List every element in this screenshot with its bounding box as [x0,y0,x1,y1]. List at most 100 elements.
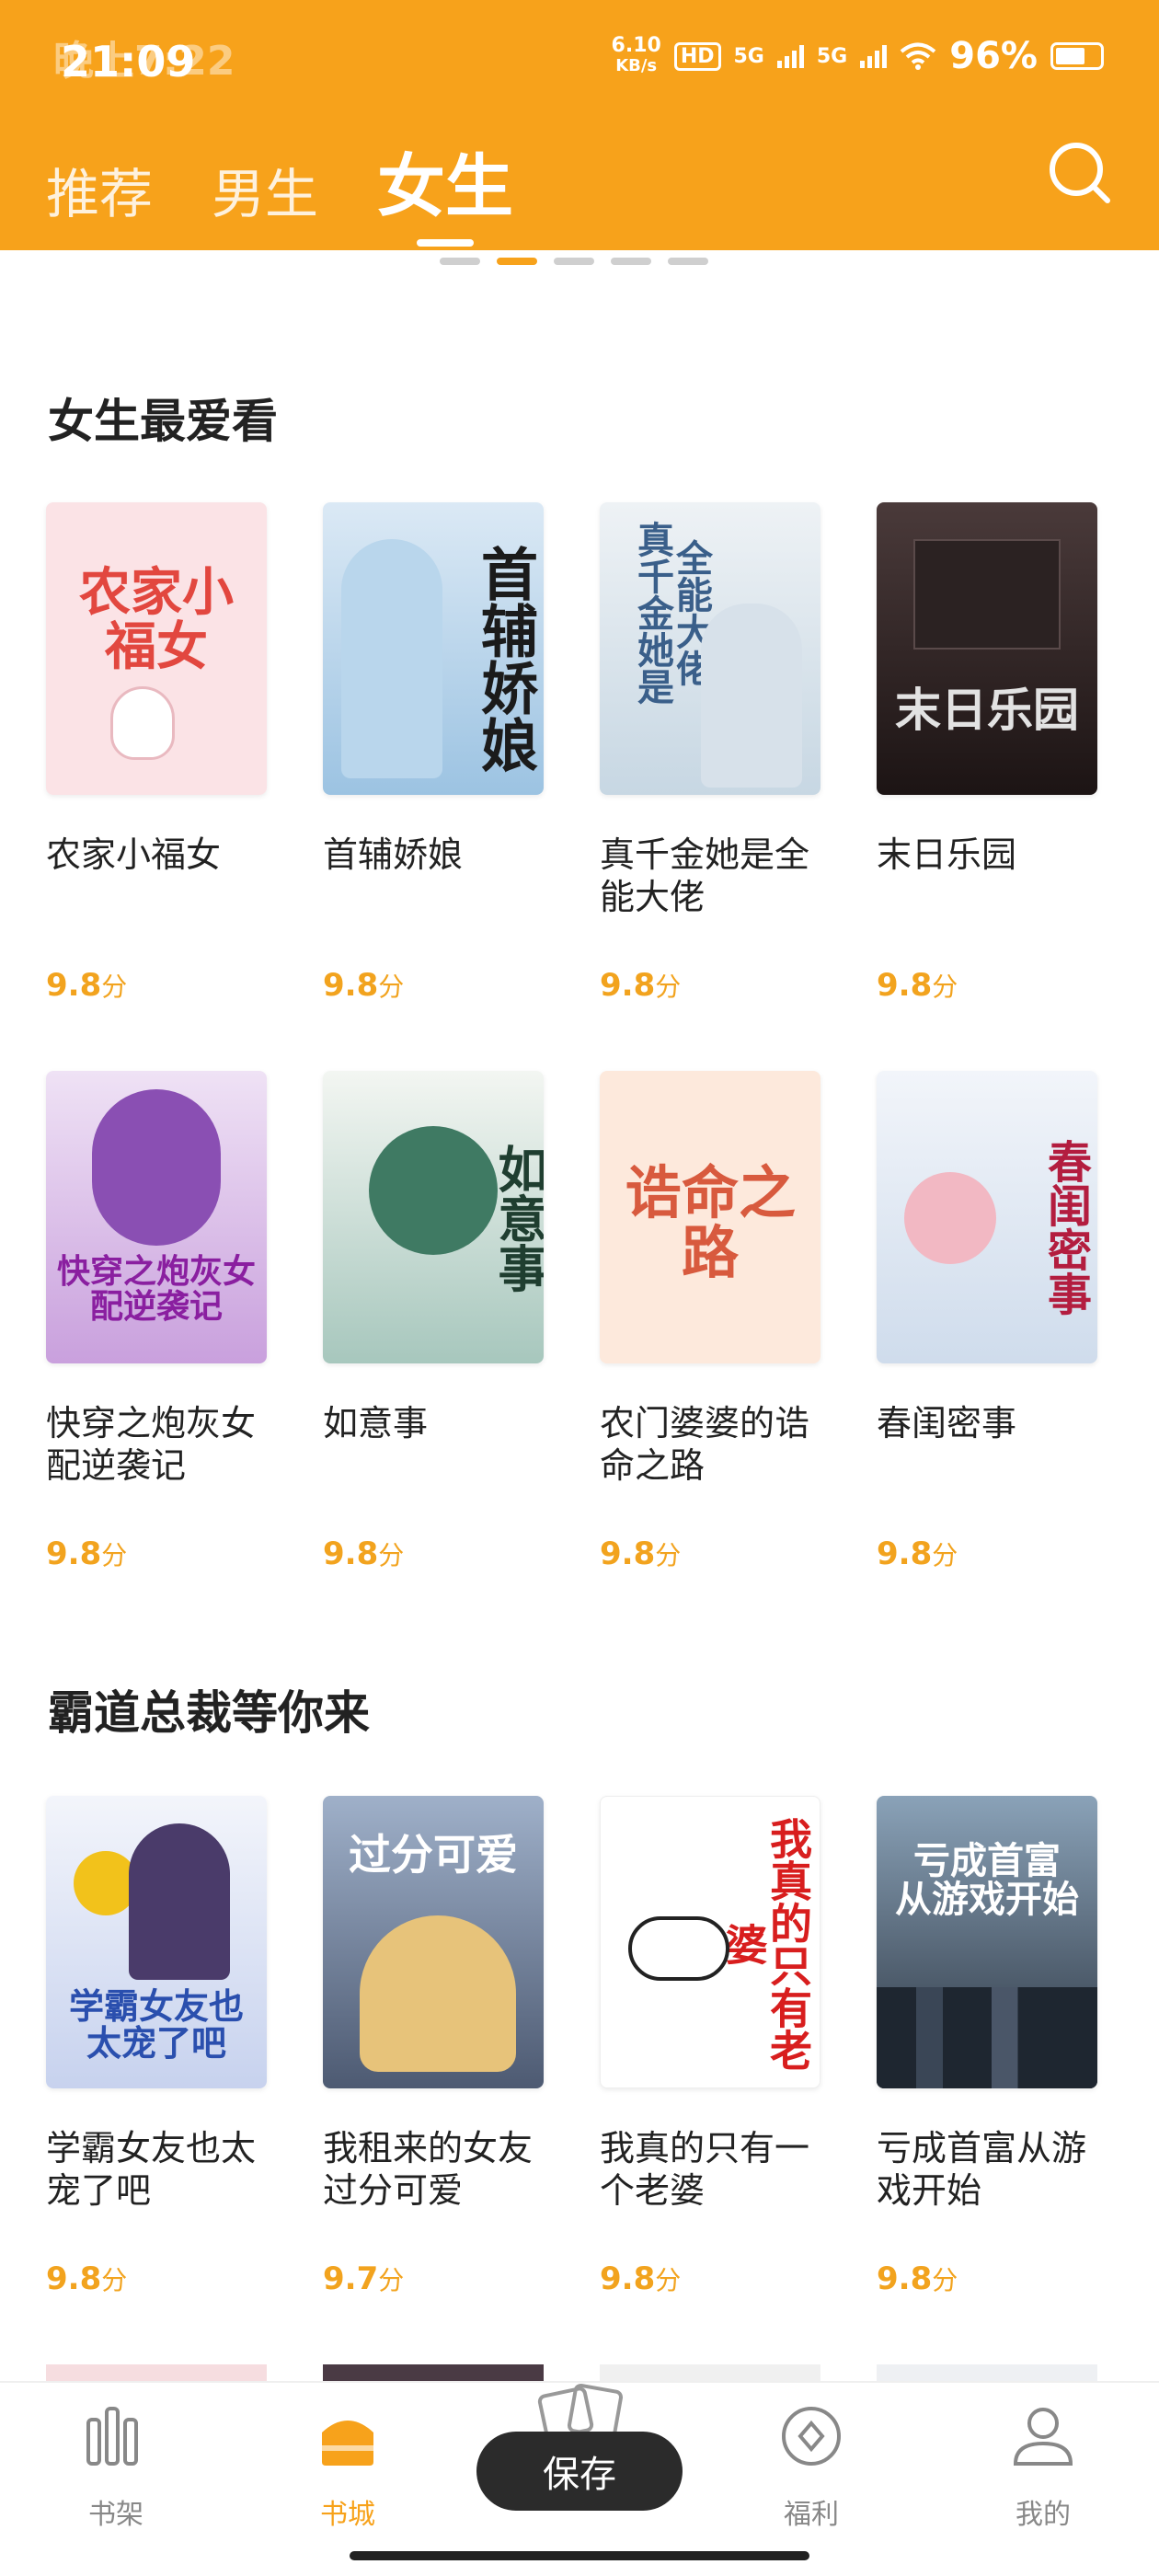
tab-female[interactable]: 女生 [377,153,513,221]
book-card[interactable]: 我真的只有老婆 我真的只有一个老婆 [600,1796,820,2212]
cards-icon [537,2383,624,2438]
book-score: 9.8分 [600,1535,682,1572]
carousel-dot[interactable] [611,258,651,265]
figure-illustration [701,604,802,788]
cover-title-art: 诰命之路 [624,1159,796,1287]
nav-bookstore[interactable]: 书城 [283,2401,412,2532]
speed-value: 6.10 [611,34,661,57]
book-card[interactable]: 亏成首富 从游戏开始 亏成首富从游戏开始 [877,1796,1097,2212]
figure-illustration [129,1823,230,1980]
cover-title-art: 农家小福女 [79,563,234,677]
figure-illustration [360,1915,516,2072]
signal-bars-icon-2 [860,44,888,68]
signal-5g-label: 5G [733,44,764,68]
signal-bars-icon [776,44,804,68]
book-cover[interactable]: 亏成首富 从游戏开始 [877,1796,1097,2088]
book-score: 9.8分 [46,1535,128,1572]
nav-label: 我的 [1016,2499,1071,2531]
book-cover[interactable]: 春闺密事 [877,1071,1097,1363]
save-button[interactable]: 保存 [476,2432,683,2511]
book-cover[interactable]: 诰命之路 [600,1071,820,1363]
book-title: 亏成首富从游戏开始 [877,2128,1087,2211]
battery-percent: 96% [949,35,1038,77]
book-cover[interactable]: 过分可爱 [323,1796,544,2088]
cover-title-art: 春闺密事 [1039,1139,1091,1316]
nav-profile[interactable]: 我的 [979,2401,1107,2532]
book-title: 首辅娇娘 [323,834,464,875]
book-card[interactable]: 末日乐园 末日乐园 [877,502,1097,918]
profile-icon [1013,2408,1073,2466]
book-card[interactable]: 春闺密事 春闺密事 [877,1071,1097,1487]
carousel-dot[interactable] [440,258,480,265]
book-title: 快穿之炮灰女配逆袭记 [46,1403,257,1486]
cover-title-art: 我真的只有老婆 [718,1817,813,2071]
wifi-icon [900,42,936,70]
book-score: 9.8分 [877,1535,958,1572]
carousel-dot[interactable] [554,258,594,265]
category-tabs: 推荐 男生 女生 [46,129,572,221]
bookstore-icon [322,2421,373,2466]
cover-title-art: 全能大佬 真千金她是 [631,521,712,705]
welfare-icon [782,2407,841,2466]
book-title: 我租来的女友过分可爱 [323,2128,534,2211]
book-cover[interactable]: 全能大佬 真千金她是 [600,502,820,795]
app-header: 晚上7:22 21:09 6.10 KB/s HD 5G 5G 96% 推荐 男… [0,0,1159,250]
book-title: 末日乐园 [877,834,1017,875]
book-cover[interactable]: 快穿之炮灰女配逆袭记 [46,1071,267,1363]
book-cover[interactable]: 首辅娇娘 [323,502,544,795]
skyline-illustration [877,1987,1097,2088]
book-card[interactable]: 农家小福女 农家小福女 [46,502,267,918]
book-score: 9.8分 [877,2260,958,2297]
network-speed: 6.10 KB/s [612,36,661,76]
doodle-illustration [628,1916,729,1981]
tab-recommend[interactable]: 推荐 [46,167,153,221]
book-card[interactable]: 如意事 如意事 [323,1071,544,1487]
mansion-illustration [913,539,1061,650]
book-title: 我真的只有一个老婆 [600,2128,810,2211]
figure-illustration [92,1089,221,1246]
rabbit-icon [110,686,175,760]
hd-icon: HD [673,41,721,71]
status-icons: 6.10 KB/s HD 5G 5G 96% [612,35,1104,77]
carousel-indicator [440,258,708,265]
nav-bookshelf[interactable]: 书架 [52,2401,180,2532]
book-card[interactable]: 学霸女友也太宠了吧 学霸女友也太宠了吧 [46,1796,267,2212]
book-card[interactable]: 全能大佬 真千金她是 真千金她是全能大佬 [600,502,820,918]
book-score: 9.8分 [600,967,682,1004]
nav-welfare[interactable]: 福利 [747,2401,876,2532]
book-score: 9.8分 [46,967,128,1004]
signal-5g-label-2: 5G [816,44,848,68]
carousel-dot[interactable] [668,258,708,265]
cover-title-art: 首辅娇娘 [471,545,538,773]
home-indicator[interactable] [350,2551,809,2560]
book-card[interactable]: 首辅娇娘 首辅娇娘 [323,502,544,918]
cover-title-art: 亏成首富 从游戏开始 [895,1840,1079,1921]
book-cover[interactable]: 如意事 [323,1071,544,1363]
cover-title-art: 如意事 [489,1144,544,1293]
book-cover[interactable]: 学霸女友也太宠了吧 [46,1796,267,2088]
book-title: 如意事 [323,1403,429,1443]
cover-title-art: 过分可爱 [349,1830,518,1880]
book-card[interactable]: 过分可爱 我租来的女友过分可爱 [323,1796,544,2212]
book-card[interactable]: 诰命之路 农门婆婆的诰命之路 [600,1071,820,1487]
book-cover[interactable]: 农家小福女 [46,502,267,795]
book-score: 9.7分 [323,2260,405,2297]
bookshelf-icon [86,2407,138,2466]
battery-icon [1050,42,1104,70]
book-title: 农家小福女 [46,834,222,875]
book-title: 春闺密事 [877,1403,1017,1443]
tab-male[interactable]: 男生 [212,167,318,221]
carousel-dot-active[interactable] [497,258,537,265]
cover-title-art: 末日乐园 [895,684,1079,737]
book-card[interactable]: 快穿之炮灰女配逆袭记 快穿之炮灰女配逆袭记 [46,1071,267,1487]
section-title: 霸道总裁等你来 [48,1686,370,1740]
book-title: 农门婆婆的诰命之路 [600,1403,810,1486]
book-cover[interactable]: 我真的只有老婆 [600,1796,820,2088]
book-score: 9.8分 [877,967,958,1004]
nav-label: 书城 [320,2499,375,2531]
book-cover[interactable]: 末日乐园 [877,502,1097,795]
book-score: 9.8分 [46,2260,128,2297]
clock: 21:09 [61,37,196,86]
search-icon[interactable] [1045,138,1113,206]
flower-illustration [904,1172,996,1264]
